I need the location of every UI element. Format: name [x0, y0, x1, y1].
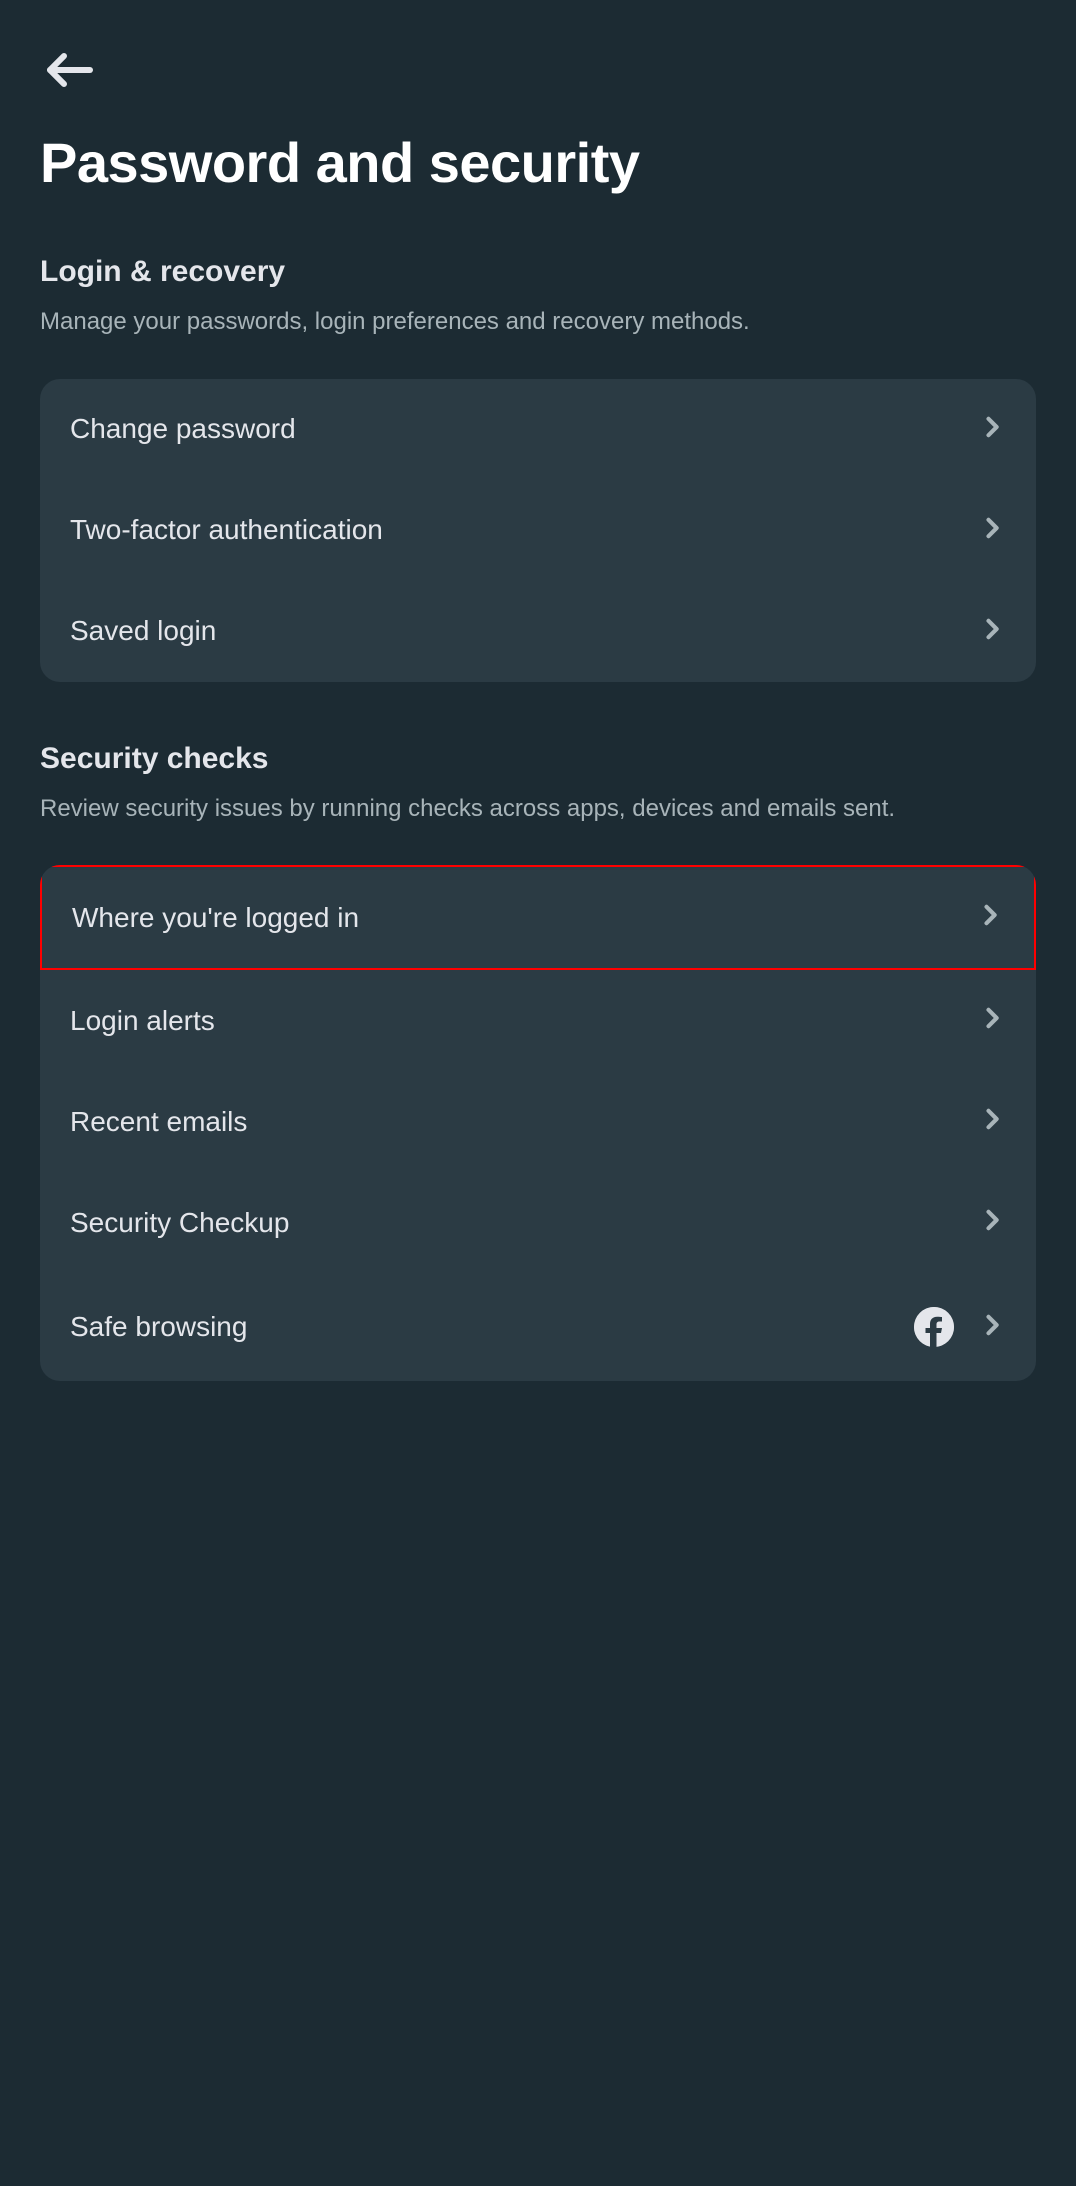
- chevron-right-icon: [976, 901, 1004, 934]
- saved-login-row[interactable]: Saved login: [40, 581, 1036, 682]
- chevron-right-icon: [978, 1105, 1006, 1138]
- security-checks-panel: Where you're logged in Login alerts Rece…: [40, 865, 1036, 1381]
- two-factor-authentication-row[interactable]: Two-factor authentication: [40, 480, 1036, 581]
- change-password-row[interactable]: Change password: [40, 379, 1036, 480]
- chevron-right-icon: [978, 413, 1006, 446]
- row-label: Login alerts: [70, 1005, 978, 1037]
- safe-browsing-row[interactable]: Safe browsing: [40, 1273, 1036, 1381]
- login-alerts-row[interactable]: Login alerts: [40, 970, 1036, 1071]
- section-title-login-recovery: Login & recovery: [40, 255, 1036, 289]
- row-label: Security Checkup: [70, 1207, 978, 1239]
- row-label: Safe browsing: [70, 1311, 914, 1343]
- row-label: Where you're logged in: [72, 902, 976, 934]
- row-label: Recent emails: [70, 1106, 978, 1138]
- chevron-right-icon: [978, 615, 1006, 648]
- security-checkup-row[interactable]: Security Checkup: [40, 1172, 1036, 1273]
- chevron-right-icon: [978, 1311, 1006, 1344]
- login-recovery-panel: Change password Two-factor authenticatio…: [40, 379, 1036, 682]
- section-desc-login-recovery: Manage your passwords, login preferences…: [40, 305, 1036, 339]
- row-label: Saved login: [70, 615, 978, 647]
- arrow-left-icon: [46, 46, 94, 94]
- facebook-icon: [914, 1307, 954, 1347]
- section-desc-security-checks: Review security issues by running checks…: [40, 792, 1036, 826]
- recent-emails-row[interactable]: Recent emails: [40, 1071, 1036, 1172]
- row-label: Two-factor authentication: [70, 514, 978, 546]
- where-youre-logged-in-row[interactable]: Where you're logged in: [40, 865, 1036, 970]
- back-button[interactable]: [40, 40, 100, 100]
- chevron-right-icon: [978, 1206, 1006, 1239]
- chevron-right-icon: [978, 1004, 1006, 1037]
- page-title: Password and security: [40, 130, 1036, 195]
- section-title-security-checks: Security checks: [40, 742, 1036, 776]
- row-label: Change password: [70, 413, 978, 445]
- chevron-right-icon: [978, 514, 1006, 547]
